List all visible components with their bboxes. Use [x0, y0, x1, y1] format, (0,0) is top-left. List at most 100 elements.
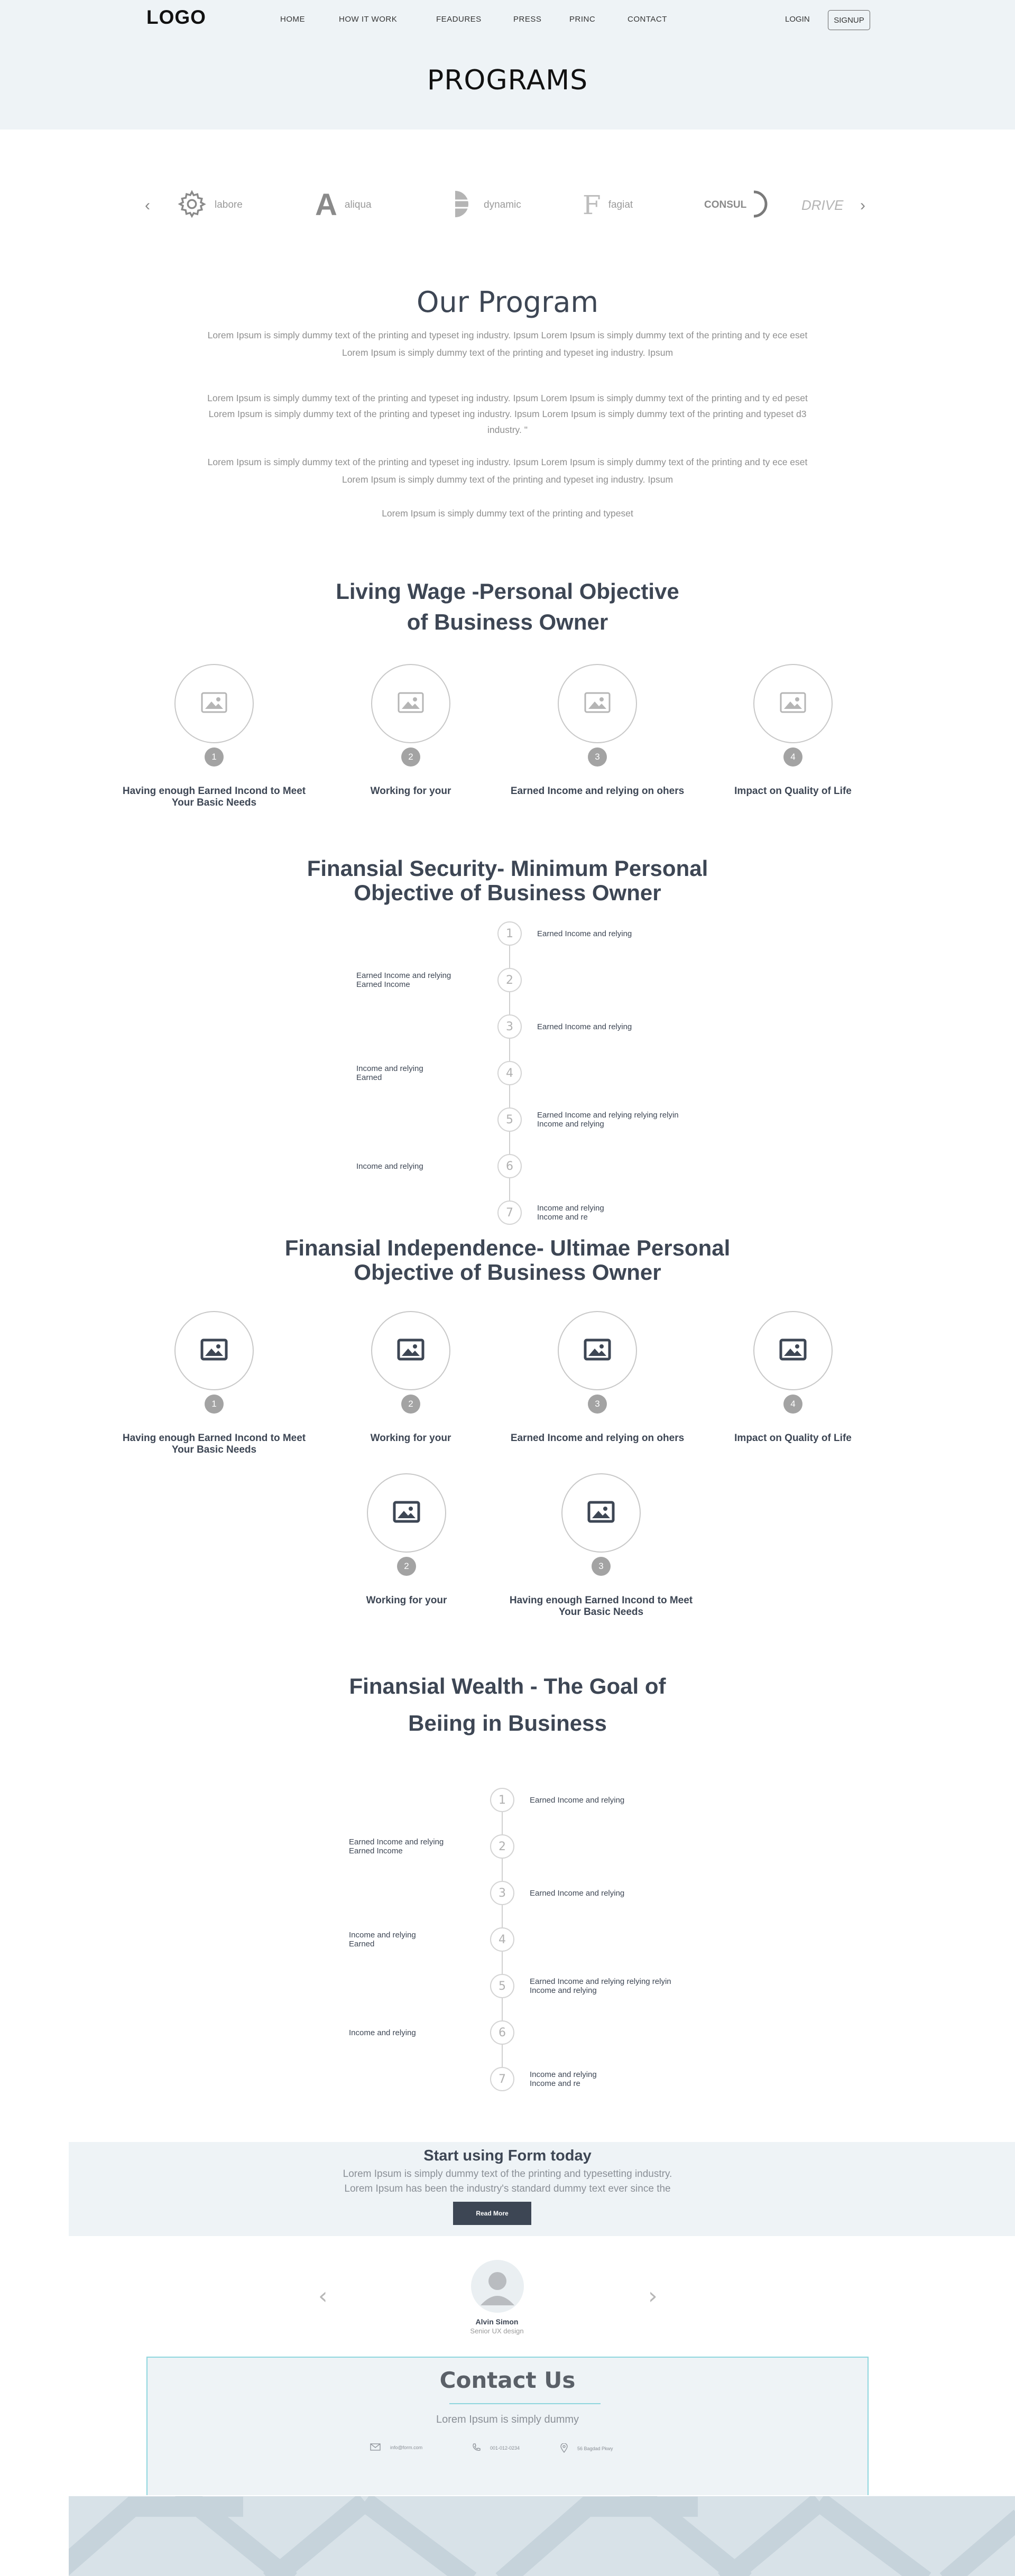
- nav-features[interactable]: FEADURES: [436, 15, 482, 24]
- timeline-step-number: 5: [497, 1107, 522, 1132]
- feature-label: Having enough Earned Incond to Meet Your…: [122, 786, 306, 808]
- timeline-step-text: Income and relying Earned: [349, 1931, 476, 1949]
- image-icon: [397, 691, 425, 716]
- timeline-step-text: Earned Income and relying: [537, 929, 712, 938]
- chevron-left-icon[interactable]: ‹: [145, 197, 150, 215]
- program-paragraph-1: Lorem Ipsum is simply dummy text of the …: [132, 327, 883, 362]
- contact-phone[interactable]: 001-012-0234: [472, 2443, 520, 2453]
- brand-name: aliqua: [344, 199, 372, 210]
- image-icon: [779, 691, 807, 716]
- feature-image-circle: [371, 664, 450, 743]
- timeline-step-number: 6: [490, 2020, 514, 2045]
- brand-dynamic: dynamic: [452, 188, 521, 223]
- contact-divider: [449, 2403, 601, 2404]
- brand-name: DRIVE: [801, 197, 844, 213]
- timeline-step-text: Earned Income and relying: [530, 1796, 704, 1805]
- letter-a-icon: A: [315, 188, 337, 222]
- cta-text-line: Lorem Ipsum has been the industry's stan…: [344, 2183, 671, 2194]
- program-paragraph-4: Lorem Ipsum is simply dummy text of the …: [132, 505, 883, 522]
- image-icon: [200, 1338, 228, 1363]
- contact-address[interactable]: 56 Bagdad Pkwy: [560, 2443, 613, 2454]
- title-line: Finansial Security- Minimum Personal: [307, 856, 708, 881]
- feature-image-circle: [558, 664, 637, 743]
- timeline-text-line: Income and relying: [356, 1161, 423, 1171]
- timeline-step-text: Earned Income and relying relying relyin…: [530, 1977, 704, 1995]
- person-icon: [481, 2272, 514, 2305]
- brand-name: dynamic: [484, 199, 521, 210]
- feature-label: Working for your: [370, 786, 451, 797]
- timeline-step-number: 7: [497, 1201, 522, 1225]
- timeline-text-line: Earned Income and relying: [530, 1888, 625, 1898]
- read-more-button[interactable]: Read More: [453, 2202, 531, 2225]
- image-icon: [200, 691, 228, 716]
- testimonial-next-icon[interactable]: ›: [648, 2283, 658, 2310]
- location-pin-icon: [560, 2443, 568, 2454]
- nav-home[interactable]: HOME: [280, 15, 305, 24]
- feature-number-badge: 4: [783, 747, 802, 767]
- paragraph-line: Lorem Ipsum is simply dummy text of the …: [342, 474, 673, 485]
- timeline-text-line: Earned Income: [356, 980, 410, 989]
- paragraph-line: Lorem Ipsum is simply dummy text of the …: [382, 508, 633, 519]
- feature-image-circle: [558, 1311, 637, 1390]
- paragraph-line: Lorem Ipsum is simply dummy text of the …: [342, 347, 673, 358]
- timeline-text-line: Earned Income and relying relying relyin: [537, 1111, 679, 1120]
- title-line: Objective of Business Owner: [354, 880, 661, 905]
- nav-how-it-work[interactable]: HOW IT WORK: [339, 15, 397, 24]
- nav-contact[interactable]: CONTACT: [628, 15, 667, 24]
- feature-image-circle: [174, 664, 254, 743]
- feature-label: Working for your: [366, 1595, 447, 1606]
- feature-label: Earned Income and relying on ohers: [510, 1433, 685, 1444]
- image-icon: [779, 1338, 807, 1363]
- brand-fagiat: F fagiat: [583, 188, 633, 223]
- feature-label: Having enough Earned Incond to Meet Your…: [122, 1433, 306, 1455]
- program-paragraph-2: Lorem Ipsum is simply dummy text of the …: [132, 390, 883, 438]
- timeline-text-line: Income and relying: [349, 1931, 416, 1940]
- timeline-step-text: Income and relying: [349, 2028, 476, 2037]
- contact-phone-text: 001-012-0234: [490, 2445, 520, 2451]
- phone-icon: [472, 2443, 481, 2453]
- feature-image-circle: [753, 664, 833, 743]
- image-icon: [393, 1501, 420, 1526]
- timeline-step-number: 2: [490, 1834, 514, 1859]
- gear-icon: [177, 189, 207, 222]
- timeline-step-text: Earned Income and relying Earned Income: [349, 1838, 476, 1855]
- nav-press[interactable]: PRESS: [513, 15, 541, 24]
- feature-image-circle: [367, 1473, 446, 1553]
- timeline-step-number: 1: [490, 1788, 514, 1812]
- title-line: Finansial Wealth - The Goal of: [349, 1674, 666, 1698]
- feature-image-circle: [371, 1311, 450, 1390]
- feature-label: Impact on Quality of Life: [734, 1433, 852, 1444]
- timeline-text-line: Income and re: [530, 2079, 580, 2088]
- testimonial-role: Senior UX design: [470, 2327, 524, 2335]
- timeline-step-number: 1: [497, 921, 522, 946]
- brand-labore: labore: [177, 188, 243, 223]
- contact-address-text: 56 Bagdad Pkwy: [577, 2446, 613, 2451]
- feature-image-circle: [753, 1311, 833, 1390]
- living-wage-title: Living Wage -Personal Objective of Busin…: [0, 576, 1015, 638]
- feature-number-badge: 2: [401, 1395, 420, 1414]
- security-title: Finansial Security- Minimum Personal Obj…: [0, 856, 1015, 905]
- timeline-text-line: Earned Income: [349, 1846, 403, 1855]
- image-icon: [584, 691, 611, 716]
- nav-princ[interactable]: PRINC: [569, 15, 595, 24]
- timeline-text-line: Earned Income and relying: [349, 1838, 444, 1846]
- letter-f-icon: F: [583, 190, 601, 220]
- contact-title: Contact Us: [439, 2367, 576, 2393]
- logo[interactable]: LOGO: [146, 6, 206, 29]
- timeline-text-line: Earned: [356, 1073, 382, 1082]
- brand-name: CONSUL: [704, 199, 747, 210]
- timeline-text-line: Income and relying: [349, 2028, 416, 2037]
- timeline-text-line: Earned Income and relying: [537, 929, 632, 938]
- contact-email[interactable]: info@form.com: [370, 2443, 422, 2452]
- feature-label: Working for your: [370, 1433, 451, 1444]
- title-line: of Business Owner: [407, 610, 608, 634]
- timeline-step-number: 4: [497, 1061, 522, 1085]
- testimonial-prev-icon[interactable]: ‹: [318, 2283, 328, 2310]
- chevron-right-icon[interactable]: ›: [860, 197, 865, 215]
- timeline-text-line: Income and relying: [537, 1204, 604, 1213]
- testimonial-name: Alvin Simon: [475, 2318, 519, 2326]
- feature-number-badge: 1: [205, 747, 224, 767]
- signup-button[interactable]: SIGNUP: [828, 10, 870, 30]
- timeline-text-line: Income and relying: [537, 1120, 604, 1129]
- login-link[interactable]: LOGIN: [785, 15, 810, 24]
